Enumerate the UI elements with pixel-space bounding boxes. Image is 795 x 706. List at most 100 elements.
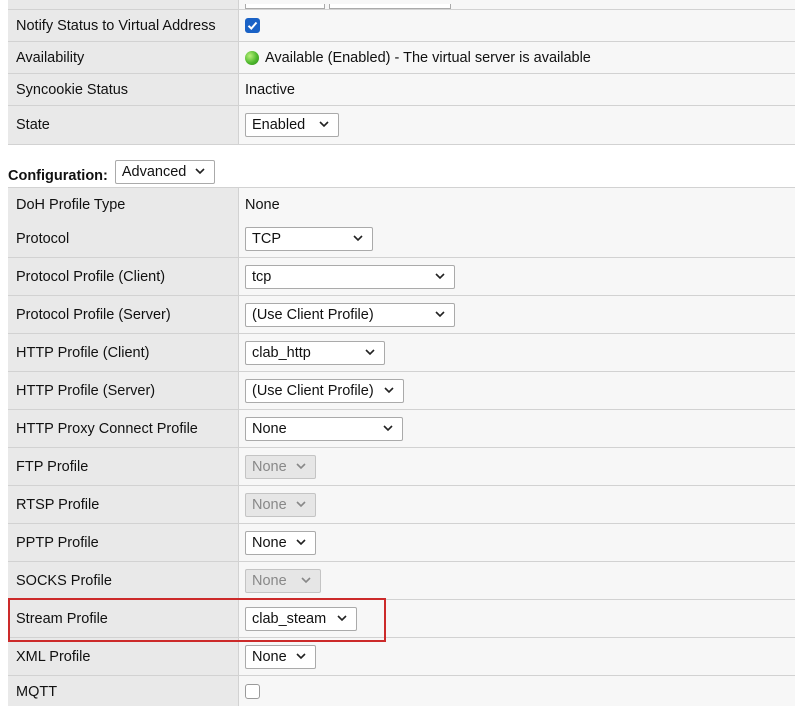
notify-status-value bbox=[239, 10, 795, 41]
state-label: State bbox=[8, 106, 239, 144]
chevron-down-icon bbox=[296, 538, 306, 545]
chevron-down-icon bbox=[296, 500, 306, 507]
syncookie-label: Syncookie Status bbox=[8, 74, 239, 105]
row-ftp-profile: FTP Profile None bbox=[8, 448, 795, 486]
configuration-label: Configuration: bbox=[8, 168, 108, 184]
availability-label: Availability bbox=[8, 42, 239, 73]
protocol-selected: TCP bbox=[252, 230, 281, 247]
http-client-label: HTTP Profile (Client) bbox=[8, 334, 239, 371]
chevron-down-icon bbox=[383, 424, 393, 431]
stream-selected: clab_steam bbox=[252, 610, 327, 627]
row-availability: Availability Available (Enabled) - The v… bbox=[8, 42, 795, 74]
configuration-header: Configuration: Advanced bbox=[8, 158, 215, 186]
http-server-value: (Use Client Profile) bbox=[239, 372, 795, 409]
row-protocol-profile-client: Protocol Profile (Client) tcp bbox=[8, 258, 795, 296]
row-stream-profile: Stream Profile clab_steam bbox=[8, 600, 795, 638]
row-rtsp-profile: RTSP Profile None bbox=[8, 486, 795, 524]
stream-value: clab_steam bbox=[239, 600, 795, 637]
status-green-icon bbox=[245, 50, 259, 65]
pptp-value: None bbox=[239, 524, 795, 561]
socks-label: SOCKS Profile bbox=[8, 562, 239, 599]
row-doh-profile-type: DoH Profile Type None bbox=[8, 187, 795, 222]
row-http-proxy-connect: HTTP Proxy Connect Profile None bbox=[8, 410, 795, 448]
availability-text: Available (Enabled) - The virtual server… bbox=[265, 49, 591, 66]
mqtt-label: MQTT bbox=[8, 676, 239, 706]
http-server-selected: (Use Client Profile) bbox=[252, 382, 374, 399]
state-value: Enabled bbox=[239, 106, 795, 144]
socks-selected: None bbox=[252, 572, 287, 589]
stream-label: Stream Profile bbox=[8, 600, 239, 637]
http-proxy-label: HTTP Proxy Connect Profile bbox=[8, 410, 239, 447]
chevron-down-icon bbox=[337, 614, 347, 621]
stream-select[interactable]: clab_steam bbox=[245, 606, 357, 631]
xml-label: XML Profile bbox=[8, 638, 239, 675]
doh-value: None bbox=[239, 188, 795, 221]
chevron-down-icon bbox=[435, 310, 445, 317]
partial-input-left[interactable] bbox=[245, 4, 325, 9]
chevron-down-icon bbox=[435, 272, 445, 279]
row-socks-profile: SOCKS Profile None bbox=[8, 562, 795, 600]
chevron-down-icon bbox=[296, 462, 306, 469]
partial-input-right[interactable] bbox=[329, 4, 451, 9]
protocol-client-selected: tcp bbox=[252, 268, 272, 285]
http-server-label: HTTP Profile (Server) bbox=[8, 372, 239, 409]
row-notify-status: Notify Status to Virtual Address bbox=[8, 10, 795, 42]
chevron-down-icon bbox=[296, 652, 306, 659]
checkmark-icon bbox=[247, 21, 258, 30]
xml-select[interactable]: None bbox=[245, 644, 316, 669]
protocol-label: Protocol bbox=[8, 220, 239, 257]
row-label bbox=[8, 0, 239, 9]
socks-select[interactable]: None bbox=[245, 568, 321, 593]
row-syncookie: Syncookie Status Inactive bbox=[8, 74, 795, 106]
row-xml-profile: XML Profile None bbox=[8, 638, 795, 676]
protocol-client-value: tcp bbox=[239, 258, 795, 295]
row-mqtt: MQTT bbox=[8, 676, 795, 706]
pptp-label: PPTP Profile bbox=[8, 524, 239, 561]
mqtt-checkbox[interactable] bbox=[245, 684, 260, 699]
rtsp-selected: None bbox=[252, 496, 287, 513]
row-value bbox=[239, 0, 795, 9]
row-pptp-profile: PPTP Profile None bbox=[8, 524, 795, 562]
http-client-select[interactable]: clab_http bbox=[245, 340, 385, 365]
protocol-server-selected: (Use Client Profile) bbox=[252, 306, 374, 323]
syncookie-value: Inactive bbox=[239, 74, 795, 105]
state-select[interactable]: Enabled bbox=[245, 113, 339, 137]
protocol-server-label: Protocol Profile (Server) bbox=[8, 296, 239, 333]
chevron-down-icon bbox=[353, 234, 363, 241]
configuration-mode-selected: Advanced bbox=[121, 164, 187, 180]
doh-label: DoH Profile Type bbox=[8, 188, 239, 221]
http-client-value: clab_http bbox=[239, 334, 795, 371]
socks-value: None bbox=[239, 562, 795, 599]
pptp-selected: None bbox=[252, 534, 287, 551]
http-proxy-select[interactable]: None bbox=[245, 416, 403, 441]
ftp-value: None bbox=[239, 448, 795, 485]
protocol-server-select[interactable]: (Use Client Profile) bbox=[245, 302, 455, 327]
chevron-down-icon bbox=[195, 168, 205, 175]
http-proxy-selected: None bbox=[252, 420, 287, 437]
chevron-down-icon bbox=[384, 386, 394, 393]
chevron-down-icon bbox=[365, 348, 375, 355]
ftp-selected: None bbox=[252, 458, 287, 475]
http-client-selected: clab_http bbox=[252, 344, 311, 361]
rtsp-label: RTSP Profile bbox=[8, 486, 239, 523]
rtsp-value: None bbox=[239, 486, 795, 523]
configuration-mode-select[interactable]: Advanced bbox=[114, 160, 215, 184]
ftp-select[interactable]: None bbox=[245, 454, 316, 479]
mqtt-value bbox=[239, 676, 795, 706]
state-selected: Enabled bbox=[252, 117, 306, 133]
row-protocol: Protocol TCP bbox=[8, 220, 795, 258]
protocol-select[interactable]: TCP bbox=[245, 226, 373, 251]
ftp-label: FTP Profile bbox=[8, 448, 239, 485]
chevron-down-icon bbox=[301, 576, 311, 583]
pptp-select[interactable]: None bbox=[245, 530, 316, 555]
availability-value: Available (Enabled) - The virtual server… bbox=[239, 42, 795, 73]
http-server-select[interactable]: (Use Client Profile) bbox=[245, 378, 404, 403]
xml-selected: None bbox=[252, 648, 287, 665]
row-state: State Enabled bbox=[8, 106, 795, 145]
row-protocol-profile-server: Protocol Profile (Server) (Use Client Pr… bbox=[8, 296, 795, 334]
rtsp-select[interactable]: None bbox=[245, 492, 316, 517]
http-proxy-value: None bbox=[239, 410, 795, 447]
notify-status-checkbox[interactable] bbox=[245, 18, 260, 33]
notify-status-label: Notify Status to Virtual Address bbox=[8, 10, 239, 41]
protocol-client-select[interactable]: tcp bbox=[245, 264, 455, 289]
